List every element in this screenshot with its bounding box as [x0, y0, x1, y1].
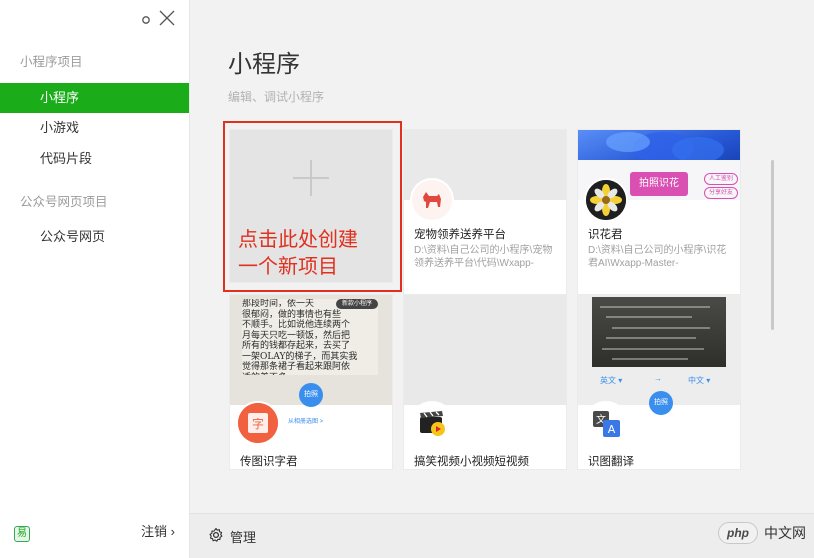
close-icon[interactable] [159, 10, 175, 31]
video-clapper-icon [412, 403, 452, 443]
window-controls [141, 10, 175, 31]
flower-tag-2: 分享好友 [704, 187, 738, 199]
create-instruction-text: 点击此处创建 一个新项目 [238, 226, 358, 280]
chevron-right-icon: › [170, 524, 175, 539]
flower-scan-button: 拍照识花 [630, 172, 688, 196]
project-name: 识图翻译 [588, 456, 634, 468]
ocr-badge: 新款小程序 [336, 299, 378, 309]
plus-icon [293, 160, 329, 196]
sidebar-item-minigame[interactable]: 小游戏 [0, 113, 189, 143]
text-recognition-icon: 字 [238, 403, 278, 443]
php-watermark: php 中文网 [718, 522, 806, 544]
sidebar-item-official-account-web[interactable]: 公众号网页 [0, 222, 189, 252]
dog-icon [412, 180, 452, 220]
settings-dot-icon[interactable] [141, 12, 151, 30]
project-path: D:\资料\自己公司的小程序\宠物领养送养平台\代码\Wxapp- [414, 245, 553, 269]
project-path: D:\资料\自己公司的小程序\识花君AI\Wxapp-Master- [588, 245, 727, 269]
project-card[interactable]: 拍照识花 人工鉴别 分享好友 识花君 D:\资料\自己公司的小程序\识花君AI\… [578, 130, 740, 304]
flower-tag-1: 人工鉴别 [704, 173, 738, 185]
app-logo-icon: 易 [14, 526, 30, 542]
create-instruction-line2: 一个新项目 [238, 254, 338, 278]
project-card[interactable]: 英文 ▾ → 中文 ▾ 拍照 文 A 识图翻译 [578, 295, 740, 469]
lang-to-label: 中文 [688, 376, 704, 385]
sidebar: 小程序项目 小程序 小游戏 代码片段 公众号网页项目 公众号网页 易 注销 › [0, 0, 190, 558]
php-logo: php [718, 522, 758, 544]
page-subtitle: 编辑、调试小程序 [228, 90, 325, 104]
project-thumbnail: 那段时间，依一天 很郁闷，做的事情也有些 不顺手。比如说他连续两个 月每天只吃一… [230, 295, 392, 407]
section-title-miniprogram: 小程序项目 [20, 55, 83, 69]
translate-icon: 文 A [586, 403, 626, 443]
scrollbar[interactable] [771, 160, 774, 330]
bottom-bar: 管理 php 中文网 [190, 513, 814, 558]
gear-icon [208, 527, 224, 546]
create-instruction-line1: 点击此处创建 [238, 227, 358, 251]
sidebar-footer: 易 注销 › [0, 514, 189, 558]
page-title: 小程序 [228, 51, 300, 78]
lang-from-select: 英文 ▾ [600, 376, 623, 385]
section-title-official-account: 公众号网页项目 [20, 195, 108, 209]
manage-label: 管理 [230, 530, 257, 545]
project-card[interactable]: 搞笑视频小视频短视频 [404, 295, 566, 469]
project-name: 传图识字君 [240, 456, 298, 468]
ocr-sample-text: 那段时间，依一天 很郁闷，做的事情也有些 不顺手。比如说他连续两个 月每天只吃一… [242, 299, 378, 375]
sidebar-item-miniprogram[interactable]: 小程序 [0, 83, 189, 113]
flower-icon [586, 180, 626, 220]
project-card[interactable]: 宠物领养送养平台 D:\资料\自己公司的小程序\宠物领养送养平台\代码\Wxap… [404, 130, 566, 304]
lang-to-select: 中文 ▾ [688, 376, 711, 385]
project-name: 识花君 [588, 229, 623, 241]
logout-label: 注销 [141, 524, 168, 539]
scan-from-album-link: 从相册选图 > [288, 419, 324, 425]
lang-from-label: 英文 [600, 376, 616, 385]
project-card[interactable]: 那段时间，依一天 很郁闷，做的事情也有些 不顺手。比如说他连续两个 月每天只吃一… [230, 295, 392, 469]
project-name: 搞笑视频小视频短视频 [414, 456, 529, 468]
manage-button[interactable]: 管理 [208, 527, 256, 546]
svg-text:字: 字 [252, 416, 264, 431]
sidebar-item-code-snippet[interactable]: 代码片段 [0, 144, 189, 174]
logout-button[interactable]: 注销 › [141, 521, 175, 540]
lang-arrow: → [654, 374, 662, 383]
camera-shoot-button: 拍照 [299, 383, 323, 407]
svg-text:A: A [608, 423, 616, 436]
translate-shoot-button: 拍照 [649, 391, 673, 415]
project-thumbnail [404, 295, 566, 405]
translation-sample-image [592, 297, 726, 367]
project-name: 宠物领养送养平台 [414, 229, 506, 241]
php-site-label: 中文网 [764, 525, 806, 541]
project-thumbnail: 英文 ▾ → 中文 ▾ 拍照 [578, 295, 740, 415]
